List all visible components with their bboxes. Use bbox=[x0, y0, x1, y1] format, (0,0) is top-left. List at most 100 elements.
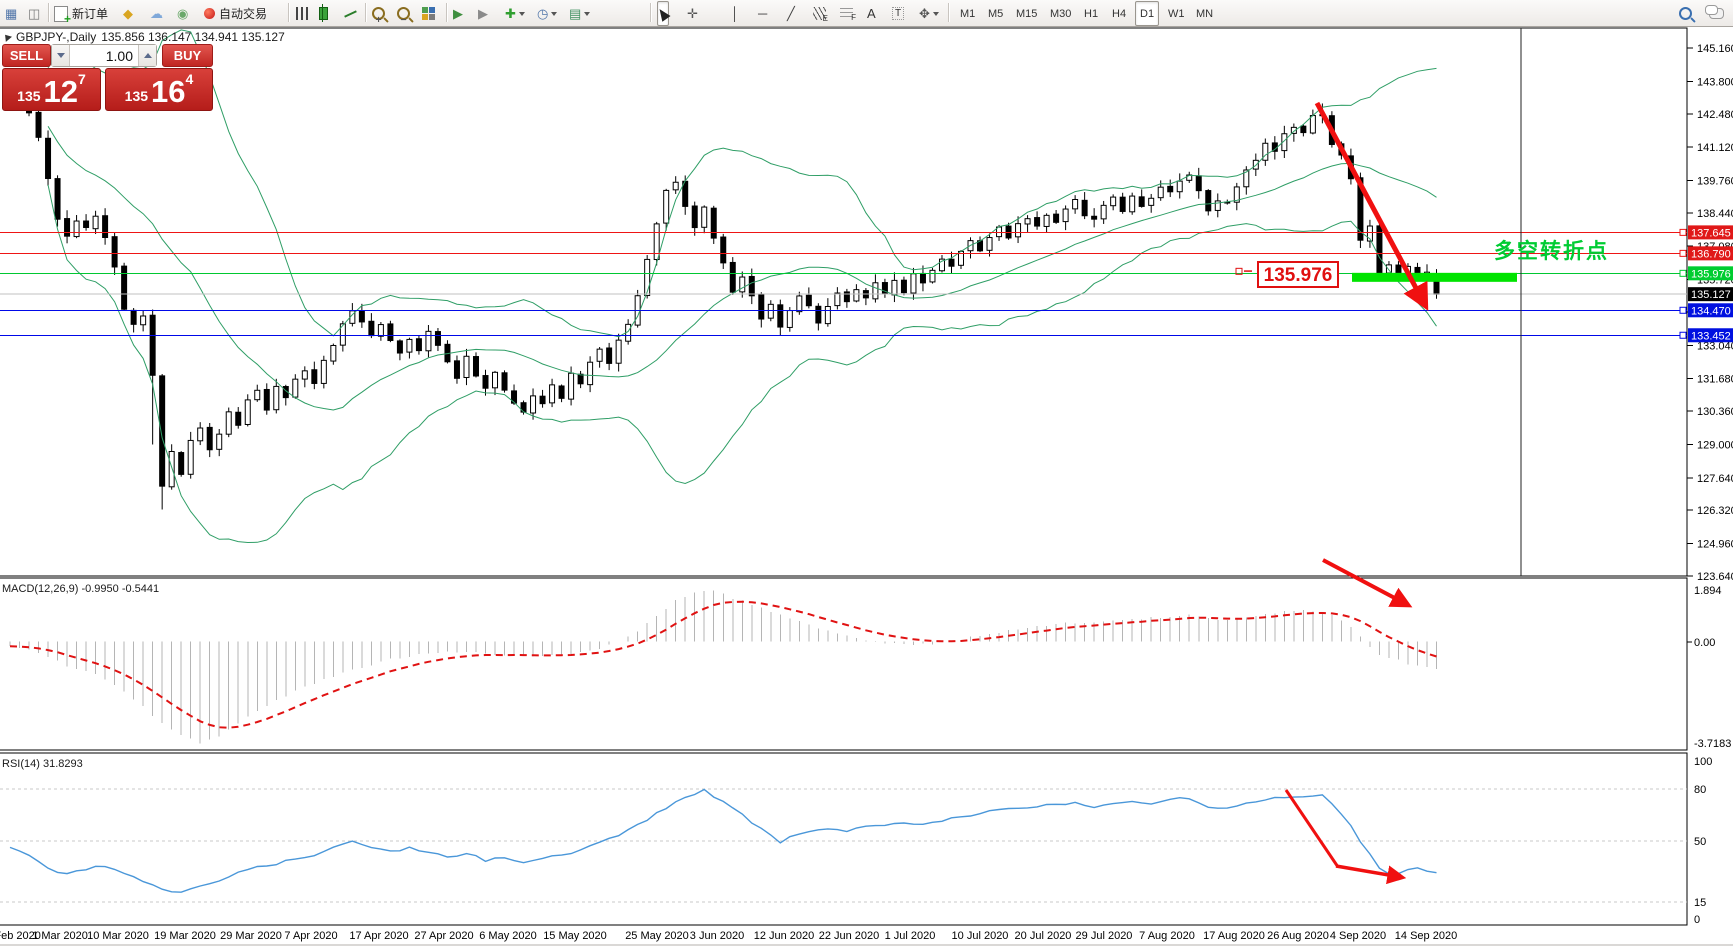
chat-icon[interactable] bbox=[1708, 1, 1725, 26]
date-label: 3 Jun 2020 bbox=[690, 930, 744, 942]
candle-body bbox=[873, 283, 878, 299]
market-watch-icon[interactable]: ◆ bbox=[122, 1, 134, 26]
trend-arrow[interactable] bbox=[1336, 866, 1400, 877]
candle-body bbox=[454, 361, 459, 378]
timeframe-w1[interactable]: W1 bbox=[1163, 1, 1190, 26]
volume-decrease-button[interactable] bbox=[52, 45, 70, 66]
trend-arrow[interactable] bbox=[1323, 560, 1406, 604]
zoom-in-icon[interactable]: + bbox=[371, 1, 386, 26]
line-handle[interactable] bbox=[1680, 307, 1686, 313]
date-label: 1 Jul 2020 bbox=[885, 930, 936, 942]
trendline-tool[interactable]: ╱ bbox=[786, 1, 796, 26]
candle-body bbox=[93, 216, 98, 228]
candlestick-chart-type-icon[interactable] bbox=[318, 1, 329, 26]
navigator-icon[interactable]: ☁ bbox=[149, 1, 164, 26]
horizontal-line-tool[interactable]: ─ bbox=[757, 1, 768, 26]
candle-body bbox=[550, 385, 555, 403]
sell-button[interactable]: SELL bbox=[2, 44, 51, 67]
autotrading-button[interactable]: 自动交易 bbox=[203, 1, 268, 26]
new-chart-window-icon[interactable]: ▦ bbox=[4, 1, 18, 26]
candle-body bbox=[359, 311, 364, 322]
text-label-tool[interactable]: T bbox=[891, 1, 905, 26]
date-label: 12 Jun 2020 bbox=[754, 930, 815, 942]
line-handle[interactable] bbox=[1680, 229, 1686, 235]
price-marker-text: 135.127 bbox=[1691, 289, 1731, 301]
candle-body bbox=[426, 331, 431, 350]
turning-point-annotation: 多空转折点 bbox=[1494, 239, 1609, 263]
timeframe-m30[interactable]: M30 bbox=[1045, 1, 1076, 26]
candle-body bbox=[416, 339, 421, 351]
timeframe-m1[interactable]: M1 bbox=[955, 1, 980, 26]
cursor-tool[interactable] bbox=[657, 1, 669, 26]
search-icon[interactable] bbox=[1678, 1, 1693, 26]
candle-body bbox=[768, 304, 773, 318]
line-chart-type-icon[interactable] bbox=[343, 1, 358, 26]
line-handle[interactable] bbox=[1680, 250, 1686, 256]
profiles-icon[interactable]: ◫ bbox=[27, 1, 41, 26]
price-tick-label: 123.640 bbox=[1697, 571, 1733, 583]
volume-input[interactable] bbox=[70, 45, 138, 66]
add-indicator-button[interactable]: ✚ bbox=[504, 1, 526, 26]
auto-scroll-icon[interactable]: ▶ bbox=[452, 1, 464, 26]
date-label: 20 Jul 2020 bbox=[1015, 930, 1072, 942]
new-order-button[interactable]: 新订单 bbox=[53, 1, 109, 26]
price-axis[interactable]: 145.160143.800142.480141.120139.760138.4… bbox=[1687, 43, 1733, 926]
timeframe-d1[interactable]: D1 bbox=[1135, 1, 1159, 26]
timeframe-m15[interactable]: M15 bbox=[1011, 1, 1042, 26]
date-axis[interactable]: 20 Feb 20201 Mar 202010 Mar 202019 Mar 2… bbox=[0, 930, 1457, 942]
buy-price-pip: 4 bbox=[186, 71, 194, 87]
rsi-scale-label: 50 bbox=[1694, 836, 1706, 848]
chart-canvas[interactable]: 145.160143.800142.480141.120139.760138.4… bbox=[0, 0, 1733, 946]
candle-body bbox=[188, 440, 193, 474]
arrows-tool[interactable]: ✥ bbox=[918, 1, 940, 26]
candle-body bbox=[531, 396, 536, 413]
candle-body bbox=[331, 345, 336, 361]
candle-body bbox=[55, 179, 60, 220]
candle-body bbox=[664, 190, 669, 223]
price-level-annotation-text: 135.976 bbox=[1264, 265, 1333, 286]
timeframe-h1[interactable]: H1 bbox=[1079, 1, 1103, 26]
date-label: 10 Jul 2020 bbox=[952, 930, 1009, 942]
one-click-trading-panel: SELL BUY 135127 135164 bbox=[2, 44, 217, 108]
tile-windows-icon[interactable] bbox=[421, 1, 436, 26]
toolbar-separator bbox=[365, 3, 367, 22]
candle-body bbox=[540, 396, 545, 403]
timeframe-mn[interactable]: MN bbox=[1191, 1, 1218, 26]
candle-body bbox=[1082, 200, 1087, 215]
candle-body bbox=[1301, 126, 1306, 132]
candle-body bbox=[179, 453, 184, 475]
candle-body bbox=[797, 296, 802, 312]
periods-button[interactable]: ◷ bbox=[536, 1, 558, 26]
candle-body bbox=[816, 306, 821, 323]
candle-body bbox=[1063, 209, 1068, 222]
rsi-scale-label: 15 bbox=[1694, 897, 1706, 909]
vertical-line-tool[interactable]: │ bbox=[730, 1, 740, 26]
chart-shift-icon[interactable]: ▶ bbox=[477, 1, 489, 26]
buy-price-display[interactable]: 135164 bbox=[105, 68, 213, 111]
line-handle[interactable] bbox=[1680, 270, 1686, 276]
volume-stepper[interactable] bbox=[51, 44, 157, 67]
fibonacci-tool[interactable] bbox=[839, 1, 854, 26]
candle-body bbox=[740, 277, 745, 292]
candle-body bbox=[141, 316, 146, 325]
line-handle[interactable] bbox=[1680, 332, 1686, 338]
buy-button[interactable]: BUY bbox=[162, 44, 213, 67]
candle-body bbox=[569, 373, 574, 399]
candle-body bbox=[217, 434, 222, 449]
sell-price-display[interactable]: 135127 bbox=[2, 68, 101, 111]
timeframe-h4[interactable]: H4 bbox=[1107, 1, 1131, 26]
text-tool[interactable]: A bbox=[866, 1, 877, 26]
candle-body bbox=[464, 356, 469, 377]
alerts-icon[interactable]: ◉ bbox=[176, 1, 189, 26]
sell-price-pip: 7 bbox=[78, 71, 86, 87]
macd-indicator-label: MACD(12,26,9) -0.9950 -0.5441 bbox=[2, 583, 159, 595]
channel-tool[interactable] bbox=[812, 1, 827, 26]
timeframe-m5[interactable]: M5 bbox=[983, 1, 1008, 26]
volume-increase-button[interactable] bbox=[138, 45, 156, 66]
crosshair-tool[interactable]: ✛ bbox=[686, 1, 699, 26]
candle-body bbox=[825, 306, 830, 323]
zoom-out-icon[interactable]: − bbox=[396, 1, 411, 26]
templates-button[interactable]: ▤ bbox=[568, 1, 591, 26]
support-zone-bar[interactable] bbox=[1352, 273, 1517, 282]
bar-chart-type-icon[interactable] bbox=[295, 1, 310, 26]
